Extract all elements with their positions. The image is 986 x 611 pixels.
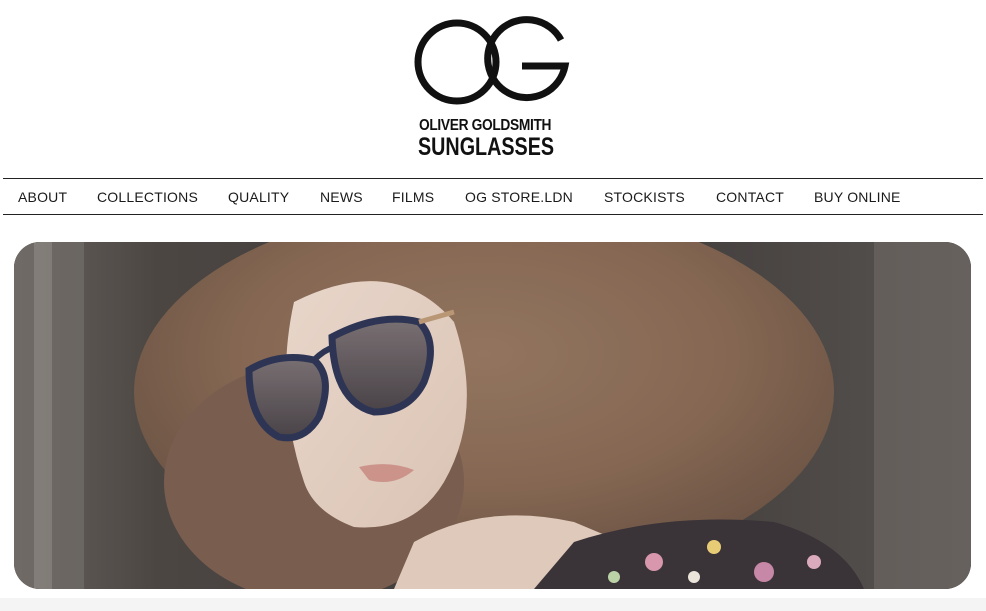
og-monogram-icon [414,16,570,105]
hero-image[interactable] [14,242,971,589]
page: OLIVER GOLDSMITH SUNGLASSES ABOUT COLLEC… [0,0,986,611]
nav-item-buy-online[interactable]: BUY ONLINE [814,179,901,215]
nav-item-quality[interactable]: QUALITY [228,179,289,215]
nav-item-collections[interactable]: COLLECTIONS [97,179,198,215]
nav-item-about[interactable]: ABOUT [18,179,67,215]
brand-subtitle: SUNGLASSES [418,133,555,161]
hero-photo-illustration [14,242,971,589]
nav-item-contact[interactable]: CONTACT [716,179,784,215]
page-bottom-strip [0,598,986,611]
main-nav: ABOUT COLLECTIONS QUALITY NEWS FILMS OG … [3,178,983,215]
nav-item-stockists[interactable]: STOCKISTS [604,179,685,215]
nav-item-news[interactable]: NEWS [320,179,363,215]
nav-item-og-store[interactable]: OG STORE.LDN [465,179,573,215]
nav-item-films[interactable]: FILMS [392,179,434,215]
